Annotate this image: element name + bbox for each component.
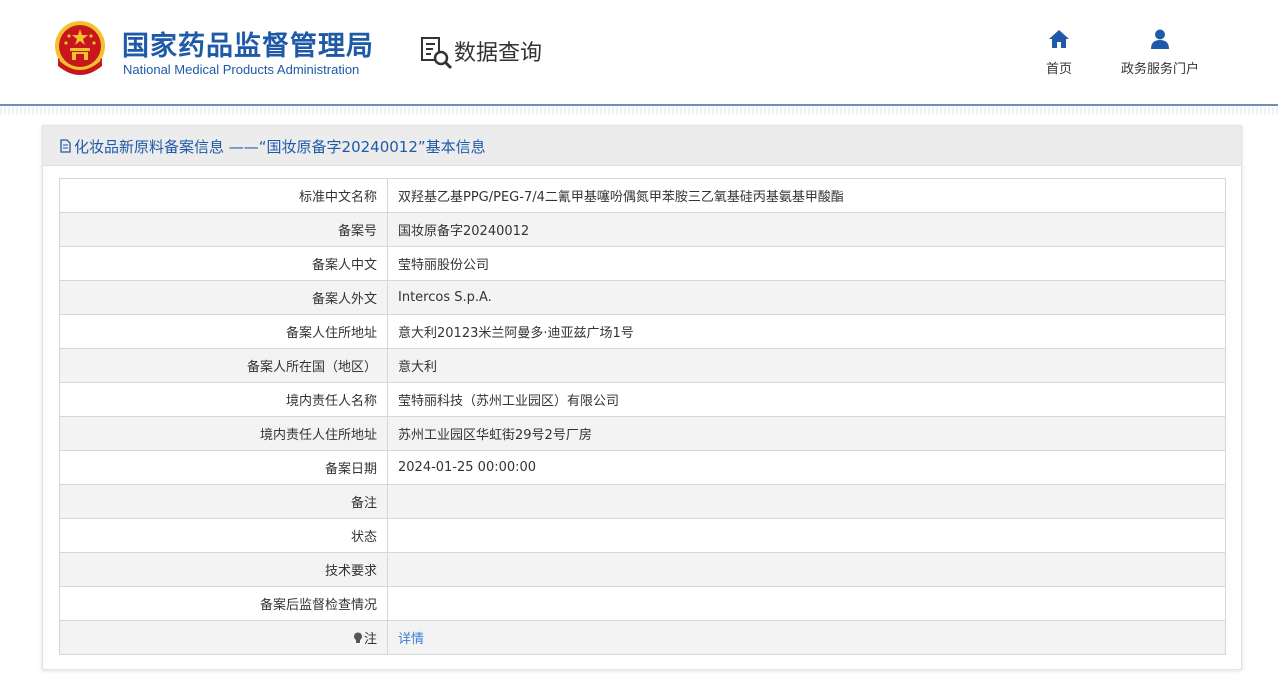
nav-home-label: 首页 bbox=[1045, 62, 1072, 77]
table-row: 境内责任人住所地址 苏州工业园区华虹街29号2号厂房 bbox=[59, 416, 1226, 451]
table-row: 备案号 国妆原备字20240012 bbox=[59, 212, 1226, 247]
field-label: 状态 bbox=[59, 518, 388, 553]
org-name-cn: 国家药品监督管理局 bbox=[122, 31, 374, 62]
field-label: 备案人外文 bbox=[59, 280, 388, 315]
field-value bbox=[387, 586, 1226, 621]
field-value: 双羟基乙基PPG/PEG-7/4二氰甲基噻吩偶氮甲苯胺三乙氧基硅丙基氨基甲酸酯 bbox=[387, 178, 1226, 213]
field-label: 备案人中文 bbox=[59, 246, 388, 281]
field-label: 备案人住所地址 bbox=[59, 314, 388, 349]
field-label: 技术要求 bbox=[59, 552, 388, 587]
panel-title: 化妆品新原料备案信息 ——“国妆原备字20240012”基本信息 bbox=[74, 138, 486, 156]
field-value: 莹特丽股份公司 bbox=[387, 246, 1226, 281]
field-label: 境内责任人名称 bbox=[59, 382, 388, 417]
field-value: 苏州工业园区华虹街29号2号厂房 bbox=[387, 416, 1226, 451]
data-query-icon bbox=[421, 37, 453, 70]
field-value bbox=[387, 484, 1226, 519]
header-divider bbox=[0, 104, 1278, 106]
national-emblem-icon bbox=[55, 21, 105, 75]
field-value: Intercos S.p.A. bbox=[387, 280, 1226, 315]
table-row: 备案人住所地址 意大利20123米兰阿曼多·迪亚兹广场1号 bbox=[59, 314, 1226, 349]
info-panel: 化妆品新原料备案信息 ——“国妆原备字20240012”基本信息 标准中文名称 … bbox=[42, 125, 1242, 670]
field-value bbox=[387, 518, 1226, 553]
field-label: 标准中文名称 bbox=[59, 178, 388, 213]
table-row: 状态 bbox=[59, 518, 1226, 553]
lightbulb-icon bbox=[353, 632, 362, 643]
field-value: 国妆原备字20240012 bbox=[387, 212, 1226, 247]
field-value: 意大利 bbox=[387, 348, 1226, 383]
field-value: 意大利20123米兰阿曼多·迪亚兹广场1号 bbox=[387, 314, 1226, 349]
field-value bbox=[387, 552, 1226, 587]
nav-gov-service-portal[interactable]: 政务服务门户 bbox=[1112, 28, 1208, 77]
table-row: 境内责任人名称 莹特丽科技（苏州工业园区）有限公司 bbox=[59, 382, 1226, 417]
note-value-cell: 详情 bbox=[387, 620, 1226, 655]
field-label: 注 bbox=[363, 632, 377, 647]
field-label: 备案人所在国（地区） bbox=[59, 348, 388, 383]
note-label-cell: 注 bbox=[59, 620, 388, 655]
table-row: 备案人所在国（地区） 意大利 bbox=[59, 348, 1226, 383]
nav-home[interactable]: 首页 bbox=[1039, 28, 1079, 77]
document-icon bbox=[60, 139, 71, 153]
table-row: 备案后监督检查情况 bbox=[59, 586, 1226, 621]
field-value: 2024-01-25 00:00:00 bbox=[387, 450, 1226, 485]
table-row: 备案人外文 Intercos S.p.A. bbox=[59, 280, 1226, 315]
table-row: 备注 bbox=[59, 484, 1226, 519]
table-row: 备案人中文 莹特丽股份公司 bbox=[59, 246, 1226, 281]
site-header: 国家药品监督管理局 National Medical Products Admi… bbox=[0, 0, 1278, 104]
field-label: 备案号 bbox=[59, 212, 388, 247]
info-table: 标准中文名称 双羟基乙基PPG/PEG-7/4二氰甲基噻吩偶氮甲苯胺三乙氧基硅丙… bbox=[59, 178, 1226, 655]
field-label: 境内责任人住所地址 bbox=[59, 416, 388, 451]
org-name-en: National Medical Products Administration bbox=[123, 62, 360, 77]
field-label: 备注 bbox=[59, 484, 388, 519]
nav-portal-label: 政务服务门户 bbox=[1120, 62, 1199, 77]
table-row: 注 详情 bbox=[59, 620, 1226, 655]
user-icon bbox=[1151, 29, 1169, 49]
details-link[interactable]: 详情 bbox=[398, 632, 424, 647]
home-icon bbox=[1049, 30, 1069, 48]
panel-header: 化妆品新原料备案信息 ——“国妆原备字20240012”基本信息 bbox=[43, 126, 1241, 166]
table-row: 标准中文名称 双羟基乙基PPG/PEG-7/4二氰甲基噻吩偶氮甲苯胺三乙氧基硅丙… bbox=[59, 178, 1226, 213]
section-title: 数据查询 bbox=[454, 41, 543, 66]
field-label: 备案日期 bbox=[59, 450, 388, 485]
field-label: 备案后监督检查情况 bbox=[59, 586, 388, 621]
table-row: 备案日期 2024-01-25 00:00:00 bbox=[59, 450, 1226, 485]
header-stripe bbox=[0, 107, 1278, 115]
field-value: 莹特丽科技（苏州工业园区）有限公司 bbox=[387, 382, 1226, 417]
table-row: 技术要求 bbox=[59, 552, 1226, 587]
